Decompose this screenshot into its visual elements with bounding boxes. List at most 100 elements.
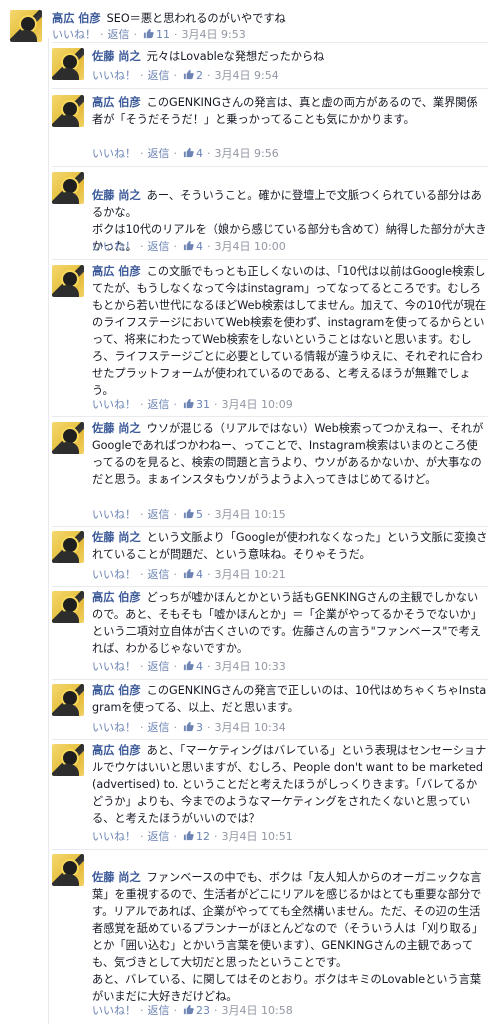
reply-link[interactable]: 返信 xyxy=(148,398,170,411)
avatar[interactable] xyxy=(52,684,84,716)
timestamp[interactable]: 3月4日 10:21 xyxy=(215,568,286,581)
comment-actions: いいね！ · 返信 · 23 · 3月4日 10:58 xyxy=(92,1004,293,1017)
comment-author[interactable]: 佐藤 尚之 xyxy=(92,50,141,63)
comment-thread: 高広 伯彦 SEO＝悪と思われるのがいやですね いいね！ · 返信 · 11 · 3月4日 9… xyxy=(0,0,496,1024)
avatar[interactable] xyxy=(52,172,84,204)
comment-text: このGENKINGさんの発言は、真と虚の両方があるので、業界関係者が「そうだそう… xyxy=(92,96,478,126)
reply-link[interactable]: 返信 xyxy=(148,508,170,521)
comment-text: ファンベースの中でも、ボクは「友人知人からのオーガニックな言葉」を重視するので、… xyxy=(92,871,484,1003)
comment-author[interactable]: 高広 伯彦 xyxy=(52,12,101,25)
comment-text: このGENKINGさんの発言で正しいのは、10代はめちゃくちゃInstagram… xyxy=(92,684,487,714)
avatar[interactable] xyxy=(52,854,84,886)
comment-author[interactable]: 佐藤 尚之 xyxy=(92,422,141,435)
reply-link[interactable]: 返信 xyxy=(148,568,170,581)
reply-link[interactable]: 返信 xyxy=(148,660,170,673)
comment-actions: いいね！ · 返信 · 4 · 3月4日 10:00 xyxy=(92,240,286,253)
thumbs-up-icon[interactable] xyxy=(183,568,194,579)
avatar[interactable] xyxy=(10,10,42,42)
comment-author[interactable]: 佐藤 尚之 xyxy=(92,531,141,544)
timestamp[interactable]: 3月4日 9:54 xyxy=(215,69,279,82)
reply-link[interactable]: 返信 xyxy=(148,240,170,253)
avatar[interactable] xyxy=(52,48,84,80)
like-count[interactable]: 4 xyxy=(196,240,203,253)
comment-author[interactable]: 佐藤 尚之 xyxy=(92,871,141,884)
like-count[interactable]: 2 xyxy=(196,69,203,82)
thumbs-up-icon[interactable] xyxy=(183,508,194,519)
like-count[interactable]: 5 xyxy=(196,508,203,521)
like-count[interactable]: 31 xyxy=(196,398,210,411)
like-count[interactable]: 3 xyxy=(196,721,203,734)
like-count[interactable]: 4 xyxy=(196,568,203,581)
divider xyxy=(52,42,488,43)
avatar[interactable] xyxy=(52,265,84,297)
like-link[interactable]: いいね！ xyxy=(92,1004,136,1017)
avatar[interactable] xyxy=(52,531,84,563)
comment-actions: いいね！ · 返信 · 2 · 3月4日 9:54 xyxy=(92,69,279,82)
divider xyxy=(52,526,488,527)
like-link[interactable]: いいね！ xyxy=(92,830,136,843)
reply-link[interactable]: 返信 xyxy=(108,28,130,41)
comment-author[interactable]: 高広 伯彦 xyxy=(92,265,141,278)
like-link[interactable]: いいね！ xyxy=(92,398,136,411)
like-count[interactable]: 11 xyxy=(156,28,170,41)
like-link[interactable]: いいね！ xyxy=(92,508,136,521)
like-link[interactable]: いいね！ xyxy=(92,240,136,253)
like-count[interactable]: 4 xyxy=(196,147,203,160)
comment-author[interactable]: 高広 伯彦 xyxy=(92,744,141,757)
avatar[interactable] xyxy=(52,95,84,127)
avatar[interactable] xyxy=(52,744,84,776)
thumbs-up-icon[interactable] xyxy=(143,28,154,39)
avatar[interactable] xyxy=(52,422,84,454)
comment-actions: いいね！ · 返信 · 5 · 3月4日 10:15 xyxy=(92,508,286,521)
avatar[interactable] xyxy=(52,591,84,623)
reply-link[interactable]: 返信 xyxy=(148,721,170,734)
timestamp[interactable]: 3月4日 10:00 xyxy=(215,240,286,253)
timestamp[interactable]: 3月4日 10:34 xyxy=(215,721,286,734)
divider xyxy=(52,166,488,167)
timestamp[interactable]: 3月4日 10:33 xyxy=(215,660,286,673)
comment-actions: いいね！ · 返信 · 4 · 3月4日 10:33 xyxy=(92,660,286,673)
like-count[interactable]: 4 xyxy=(196,660,203,673)
divider xyxy=(52,416,488,417)
like-link[interactable]: いいね！ xyxy=(92,69,136,82)
thumbs-up-icon[interactable] xyxy=(183,830,194,841)
thumbs-up-icon[interactable] xyxy=(183,721,194,732)
like-count[interactable]: 23 xyxy=(196,1004,210,1017)
reply-rail xyxy=(48,38,49,1024)
like-link[interactable]: いいね！ xyxy=(52,28,96,41)
comment-actions: いいね！ · 返信 · 3 · 3月4日 10:34 xyxy=(92,721,286,734)
thumbs-up-icon[interactable] xyxy=(183,398,194,409)
like-link[interactable]: いいね！ xyxy=(92,721,136,734)
like-count[interactable]: 12 xyxy=(196,830,210,843)
thumbs-up-icon[interactable] xyxy=(183,240,194,251)
reply-link[interactable]: 返信 xyxy=(148,1004,170,1017)
comment-author[interactable]: 高広 伯彦 xyxy=(92,591,141,604)
thumbs-up-icon[interactable] xyxy=(183,660,194,671)
divider xyxy=(52,679,488,680)
timestamp[interactable]: 3月4日 10:58 xyxy=(222,1004,293,1017)
comment-text: 元々はLovableな発想だったからね xyxy=(146,50,325,63)
thumbs-up-icon[interactable] xyxy=(183,1004,194,1015)
reply-link[interactable]: 返信 xyxy=(148,830,170,843)
timestamp[interactable]: 3月4日 10:15 xyxy=(215,508,286,521)
like-link[interactable]: いいね！ xyxy=(92,147,136,160)
comment-text: この文脈でもっとも正しくないのは、「10代は以前はGoogle検索してたが、もう… xyxy=(92,265,487,397)
thumbs-up-icon[interactable] xyxy=(183,147,194,158)
comment-author[interactable]: 佐藤 尚之 xyxy=(92,189,141,202)
reply-link[interactable]: 返信 xyxy=(148,69,170,82)
comment-actions: いいね！ · 返信 · 11 · 3月4日 9:53 xyxy=(52,28,246,41)
reply-link[interactable]: 返信 xyxy=(148,147,170,160)
comment-actions: いいね！ · 返信 · 12 · 3月4日 10:51 xyxy=(92,830,293,843)
timestamp[interactable]: 3月4日 9:56 xyxy=(215,147,279,160)
divider xyxy=(52,259,488,260)
like-link[interactable]: いいね！ xyxy=(92,568,136,581)
timestamp[interactable]: 3月4日 10:51 xyxy=(222,830,293,843)
timestamp[interactable]: 3月4日 10:09 xyxy=(222,398,293,411)
thumbs-up-icon[interactable] xyxy=(183,69,194,80)
comment-text: SEO＝悪と思われるのがいやですね xyxy=(106,12,286,25)
comment-author[interactable]: 高広 伯彦 xyxy=(92,684,141,697)
timestamp[interactable]: 3月4日 9:53 xyxy=(182,28,246,41)
divider xyxy=(52,849,488,850)
comment-author[interactable]: 高広 伯彦 xyxy=(92,96,141,109)
like-link[interactable]: いいね！ xyxy=(92,660,136,673)
